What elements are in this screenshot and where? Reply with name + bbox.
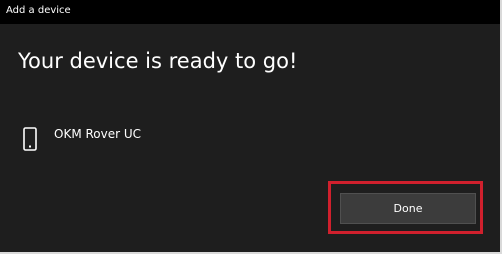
- page-heading: Your device is ready to go!: [18, 49, 298, 73]
- add-device-window: Add a device Your device is ready to go!…: [0, 0, 502, 254]
- phone-icon: [23, 127, 37, 151]
- done-button[interactable]: Done: [340, 193, 476, 224]
- title-bar: Add a device: [0, 0, 500, 24]
- device-name: OKM Rover UC: [54, 127, 142, 141]
- window-title: Add a device: [6, 5, 71, 16]
